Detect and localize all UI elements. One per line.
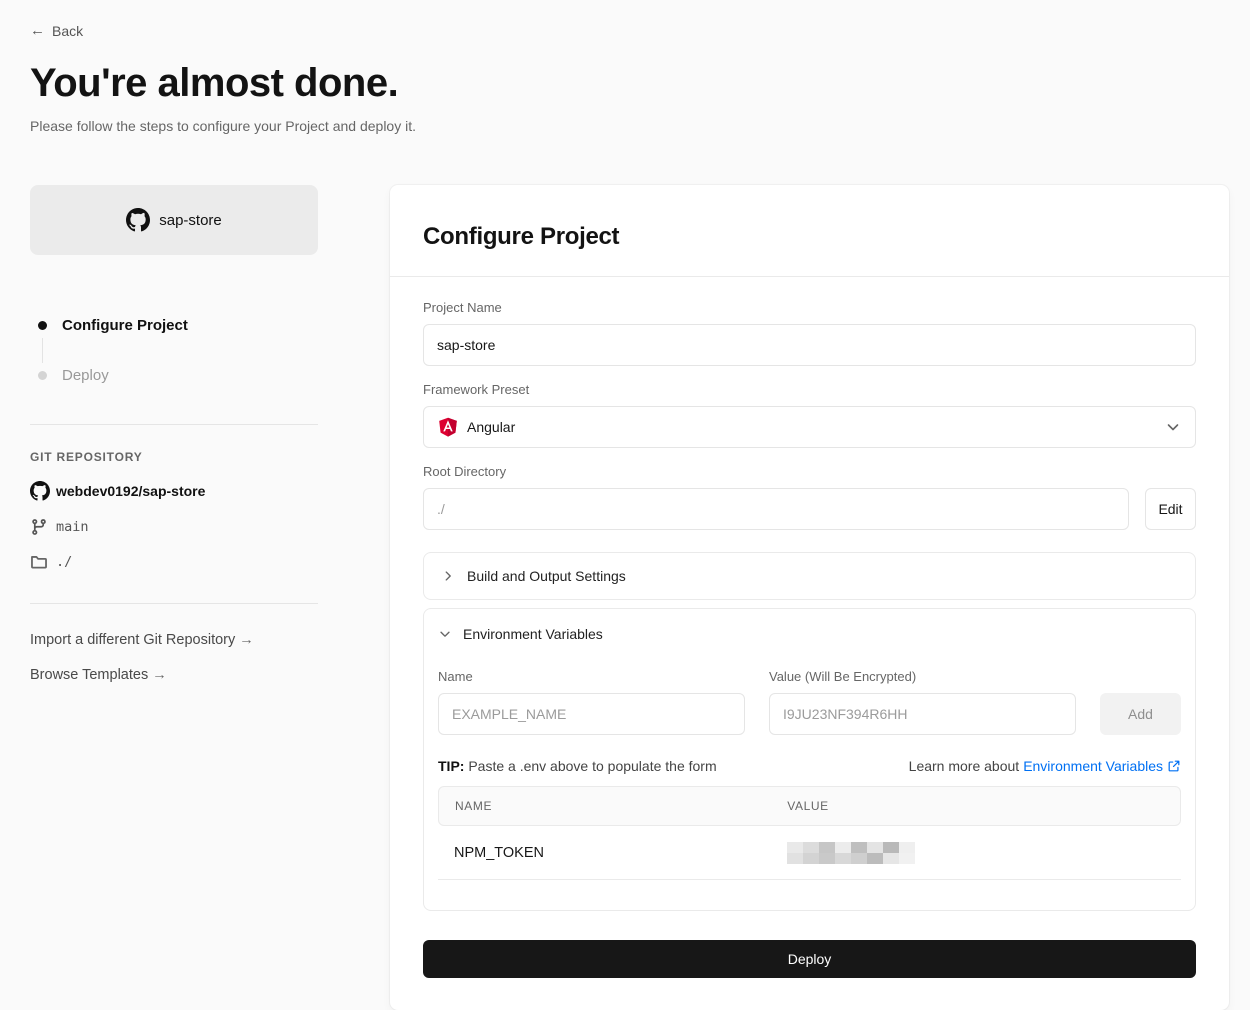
link-label: Browse Templates	[30, 667, 148, 683]
progress-steps: Configure Project Deploy	[30, 317, 318, 384]
step-configure-project: Configure Project	[38, 317, 318, 334]
browse-templates-link[interactable]: Browse Templates →	[30, 667, 318, 683]
link-text: Environment Variables	[1023, 758, 1163, 774]
back-label: Back	[52, 23, 83, 39]
edit-root-directory-button[interactable]: Edit	[1145, 488, 1196, 530]
environment-variables-panel: Environment Variables Name Value (Will B…	[423, 608, 1196, 911]
env-name-input[interactable]	[438, 693, 745, 735]
github-icon	[30, 481, 50, 501]
sidebar-divider	[30, 424, 318, 425]
deploy-button[interactable]: Deploy	[423, 940, 1196, 978]
root-directory-label: Root Directory	[423, 464, 1196, 479]
tip-bold: TIP:	[438, 758, 464, 774]
git-branch-row: main	[30, 518, 318, 536]
sidebar-divider	[30, 603, 318, 604]
learn-more: Learn more about Environment Variables	[909, 758, 1181, 774]
page-subtitle: Please follow the steps to configure you…	[30, 118, 1229, 134]
env-table-header-value: VALUE	[787, 799, 1180, 813]
env-value-label: Value (Will Be Encrypted)	[769, 669, 1076, 684]
framework-preset-value: Angular	[467, 419, 515, 435]
external-link-icon	[1167, 759, 1181, 773]
env-tip-text: TIP: Paste a .env above to populate the …	[438, 758, 717, 774]
git-repo-row: webdev0192/sap-store	[30, 481, 318, 501]
sidebar: sap-store Configure Project Deploy GIT R…	[30, 185, 318, 683]
learn-more-prefix: Learn more about	[909, 758, 1020, 774]
card-divider	[390, 276, 1229, 277]
arrow-right-icon: →	[152, 667, 167, 683]
angular-logo-icon	[438, 417, 458, 437]
onboarding-page: ← Back You're almost done. Please follow…	[0, 0, 1250, 1010]
env-value-input[interactable]	[769, 693, 1076, 735]
git-repo-name: webdev0192/sap-store	[56, 483, 205, 499]
chevron-down-icon	[438, 627, 452, 641]
back-button[interactable]: ← Back	[30, 22, 83, 39]
chevron-down-icon	[1165, 419, 1181, 435]
folder-icon	[30, 553, 48, 571]
build-output-settings-panel[interactable]: Build and Output Settings	[423, 552, 1196, 600]
environment-variables-header[interactable]: Environment Variables	[438, 626, 1181, 642]
card-title: Configure Project	[423, 223, 1196, 251]
step-connector	[42, 338, 43, 363]
link-label: Import a different Git Repository	[30, 632, 235, 648]
selected-repo-name: sap-store	[159, 212, 222, 229]
build-output-settings-label: Build and Output Settings	[467, 568, 626, 584]
git-branch-icon	[30, 518, 48, 536]
import-different-repo-link[interactable]: Import a different Git Repository →	[30, 632, 318, 648]
add-env-var-button[interactable]: Add	[1100, 693, 1181, 735]
configure-project-card: Configure Project Project Name Framework…	[390, 185, 1229, 1010]
step-label: Configure Project	[62, 317, 188, 334]
step-inactive-dot	[38, 371, 47, 380]
step-active-dot	[38, 321, 47, 330]
redacted-value	[787, 842, 1181, 864]
env-table-row: NPM_TOKEN	[438, 826, 1181, 880]
root-directory-input[interactable]	[423, 488, 1129, 530]
environment-variables-label: Environment Variables	[463, 626, 603, 642]
framework-preset-select[interactable]: Angular	[423, 406, 1196, 448]
tip-rest: Paste a .env above to populate the form	[464, 758, 716, 774]
arrow-right-icon: →	[239, 632, 254, 648]
env-table-header-row: NAME VALUE	[438, 786, 1181, 826]
git-directory-path: ./	[56, 554, 72, 570]
git-repository-heading: GIT REPOSITORY	[30, 450, 318, 464]
back-arrow-icon: ←	[30, 22, 45, 39]
step-deploy: Deploy	[38, 367, 318, 384]
github-icon	[126, 208, 150, 232]
step-label: Deploy	[62, 367, 109, 384]
selected-repo-card[interactable]: sap-store	[30, 185, 318, 255]
env-vars-table: NAME VALUE NPM_TOKEN	[438, 786, 1181, 880]
chevron-right-icon	[441, 569, 455, 583]
env-table-header-name: NAME	[439, 799, 787, 813]
environment-variables-docs-link[interactable]: Environment Variables	[1023, 758, 1181, 774]
env-var-value-redacted	[787, 842, 1181, 864]
git-directory-row: ./	[30, 553, 318, 571]
framework-preset-label: Framework Preset	[423, 382, 1196, 397]
env-name-label: Name	[438, 669, 745, 684]
project-name-input[interactable]	[423, 324, 1196, 366]
project-name-label: Project Name	[423, 300, 1196, 315]
git-branch-name: main	[56, 519, 89, 535]
env-var-name: NPM_TOKEN	[438, 845, 787, 861]
page-title: You're almost done.	[30, 61, 1229, 106]
